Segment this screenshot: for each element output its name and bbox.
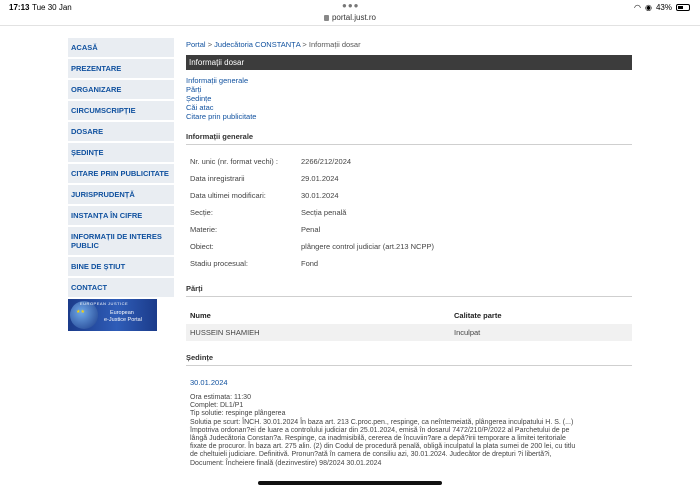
more-dots-icon[interactable]: ●●● (342, 1, 360, 10)
info-row: Data ultimei modificari: 30.01.2024 (186, 191, 632, 208)
main-content: Portal > Judecătoria CONSTANȚA > Informa… (186, 38, 632, 468)
sedinta-line: Ora estimata: 11:30 (190, 394, 251, 401)
logo-line1: European (110, 310, 134, 316)
info-key: Data inregistrarii (190, 174, 245, 183)
sidebar-item-citare[interactable]: CITARE PRIN PUBLICITATE (68, 164, 174, 183)
link-informatii-generale[interactable]: Informații generale (186, 76, 632, 85)
sidebar-item-jurisprudenta[interactable]: JURISPRUDENȚĂ (68, 185, 174, 204)
breadcrumb: Portal > Judecătoria CONSTANȚA > Informa… (186, 38, 632, 52)
address-bar[interactable]: portal.just.ro (0, 13, 700, 22)
info-value: Secția penală (301, 208, 347, 217)
sedinte-section-title: Ședințe (186, 353, 632, 366)
home-indicator[interactable] (258, 481, 442, 485)
status-right: ◠ ◉ 43% (634, 3, 690, 12)
sedinta-line: lângă Judecătoria Constan?a. Respinge, c… (190, 435, 566, 443)
info-value: Fond (301, 259, 319, 268)
link-cai-atac[interactable]: Căi atac (186, 103, 632, 112)
divider (0, 25, 700, 26)
sidebar-item-informatii-publice[interactable]: INFORMAȚII DE INTERES PUBLIC (68, 227, 174, 255)
info-row: Stadiu procesual: Fond (186, 259, 632, 276)
sidebar-item-sedinte[interactable]: ȘEDINȚE (68, 143, 174, 162)
sedinta-line: Solutia pe scurt: ÎNCH. 30.01.2024 În ba… (190, 418, 574, 426)
info-key: Obiect: (190, 242, 214, 251)
sidebar-item-acasa[interactable]: ACASĂ (68, 38, 174, 57)
sedinta-line: fixate de procuror. În baza art. 275 ali… (190, 443, 576, 451)
breadcrumb-current: Informații dosar (308, 40, 361, 49)
sedinta-date: 30.01.2024 (190, 378, 228, 387)
info-key: Stadiu procesual: (190, 259, 248, 268)
parti-table: Nume Calitate parte HUSSEIN SHAMIEH Incu… (186, 307, 632, 341)
status-time: 17:13 (9, 3, 30, 12)
party-name: HUSSEIN SHAMIEH (190, 328, 260, 337)
sidebar-item-organizare[interactable]: ORGANIZARE (68, 80, 174, 99)
sidebar-item-circumscriptie[interactable]: CIRCUMSCRIPȚIE (68, 101, 174, 120)
info-key: Nr. unic (nr. format vechi) : (190, 157, 278, 166)
info-value: 30.01.2024 (301, 191, 339, 200)
lock-icon (323, 15, 329, 21)
status-bar: 17:13 Tue 30 Jan ●●● ◠ ◉ 43% (0, 0, 700, 14)
general-info-table: Nr. unic (nr. format vechi) : 2266/212/20… (186, 157, 632, 276)
sedinta-line: Complet: DL1/P1 (190, 402, 244, 410)
sedinta-line: de cheltuieli judiciare. Definitivă. Pro… (190, 451, 552, 459)
breadcrumb-court[interactable]: Judecătoria CONSTANȚA (214, 40, 300, 49)
logo-line2: e-Justice Portal (104, 317, 142, 323)
info-value: plângere control judiciar (art.213 NCPP) (301, 242, 434, 251)
battery-percent: 43% (655, 3, 672, 12)
info-key: Secție: (190, 208, 213, 217)
info-row: Materie: Penal (186, 225, 632, 242)
info-key: Materie: (190, 225, 218, 234)
info-row: Nr. unic (nr. format vechi) : 2266/212/20… (186, 157, 632, 174)
sedinta-line: Document: Încheiere finală (dezinvestire… (190, 459, 382, 467)
parti-section-title: Părți (186, 284, 632, 297)
section-links: Informații generale Părți Ședințe Căi at… (186, 76, 632, 121)
eu-stars-icon: ★★ (76, 309, 85, 315)
sidebar-item-instanta-cifre[interactable]: INSTANȚA ÎN CIFRE (68, 206, 174, 225)
sedinta-line: Tip solutie: respinge plângerea (190, 410, 286, 418)
sedinta-details: Ora estimata: 11:30 Complet: DL1/P1 Tip … (186, 394, 626, 468)
sidebar-item-bine-de-stiut[interactable]: BINE DE ȘTIUT (68, 257, 174, 276)
sidebar-item-contact[interactable]: CONTACT (68, 278, 174, 297)
info-key: Data ultimei modificari: (190, 191, 266, 200)
link-parti[interactable]: Părți (186, 85, 632, 94)
sedinta-line: împotriva ordonan?ei de luare a controlu… (190, 426, 570, 434)
page-title: Informații dosar (186, 55, 632, 70)
general-section-title: Informații generale (186, 132, 632, 145)
wifi-icon: ◠ (634, 3, 641, 12)
sidebar-nav: ACASĂ PREZENTARE ORGANIZARE CIRCUMSCRIPȚ… (68, 38, 174, 331)
col-nume: Nume (190, 311, 211, 320)
info-row: Data inregistrarii 29.01.2024 (186, 174, 632, 191)
link-citare[interactable]: Citare prin publicitate (186, 112, 632, 121)
breadcrumb-portal[interactable]: Portal (186, 40, 206, 49)
info-value: 2266/212/2024 (301, 157, 352, 166)
url-text: portal.just.ro (331, 13, 377, 22)
logo-top-text: EUROPEAN JUSTICE (80, 301, 129, 306)
col-calitate: Calitate parte (454, 311, 502, 320)
e-justice-logo[interactable]: ★★ EUROPEAN JUSTICE European e-Justice P… (68, 299, 157, 331)
info-value: 29.01.2024 (301, 174, 339, 183)
table-header: Nume Calitate parte (186, 307, 632, 324)
info-row: Obiect: plângere control judiciar (art.21… (186, 242, 632, 259)
location-icon: ◉ (645, 3, 652, 12)
breadcrumb-sep: > (207, 40, 213, 49)
link-sedinte[interactable]: Ședințe (186, 94, 632, 103)
breadcrumb-sep: > (302, 40, 307, 49)
table-row: HUSSEIN SHAMIEH Inculpat (186, 324, 632, 341)
info-row: Secție: Secția penală (186, 208, 632, 225)
info-value: Penal (301, 225, 321, 234)
status-date: Tue 30 Jan (32, 3, 72, 12)
party-role: Inculpat (454, 328, 481, 337)
sidebar-item-prezentare[interactable]: PREZENTARE (68, 59, 174, 78)
battery-icon (676, 4, 690, 11)
sidebar-item-dosare[interactable]: DOSARE (68, 122, 174, 141)
